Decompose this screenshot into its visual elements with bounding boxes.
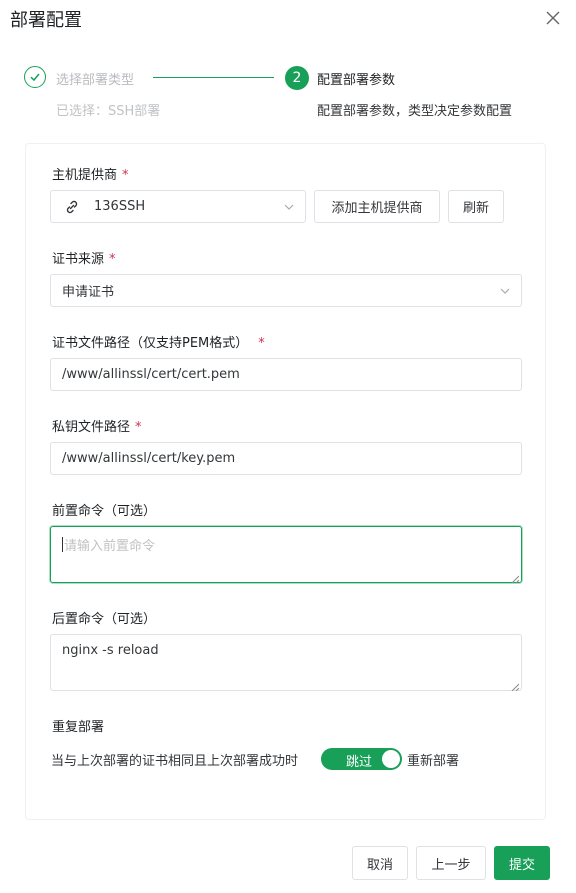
dialog-title: 部署配置 bbox=[10, 10, 82, 31]
key-path-value: /www/allinssl/cert/key.pem bbox=[62, 451, 236, 466]
step-2-desc: 配置部署参数，类型决定参数配置 bbox=[317, 104, 513, 119]
redeploy-label: 重复部署 bbox=[52, 720, 105, 735]
toggle-knob bbox=[382, 750, 400, 768]
chevron-down-icon bbox=[499, 285, 511, 297]
cert-path-label: 证书文件路径（仅支持PEM格式） * bbox=[52, 336, 265, 351]
step-1-check-icon bbox=[24, 66, 46, 88]
redeploy-sentence: 当与上次部署的证书相同且上次部署成功时 bbox=[51, 754, 299, 769]
resize-handle-icon[interactable] bbox=[511, 572, 520, 584]
prev-step-button[interactable]: 上一步 bbox=[416, 846, 486, 880]
toggle-after-text: 重新部署 bbox=[407, 754, 460, 769]
add-provider-button[interactable]: 添加主机提供商 bbox=[314, 190, 440, 223]
post-cmd-value: nginx -s reload bbox=[62, 643, 159, 658]
chevron-down-icon bbox=[283, 201, 295, 213]
cert-source-value: 申请证书 bbox=[62, 285, 115, 300]
cert-source-label: 证书来源 * bbox=[52, 252, 116, 267]
cert-path-value: /www/allinssl/cert/cert.pem bbox=[62, 367, 240, 382]
key-path-input[interactable]: /www/allinssl/cert/key.pem bbox=[50, 442, 522, 475]
post-cmd-textarea[interactable]: nginx -s reload bbox=[50, 634, 522, 692]
step-1-title: 选择部署类型 bbox=[56, 73, 135, 88]
post-cmd-label: 后置命令（可选） bbox=[52, 612, 157, 627]
cert-source-select[interactable]: 申请证书 bbox=[50, 274, 522, 307]
pre-cmd-label: 前置命令（可选） bbox=[52, 504, 157, 519]
step-2-title: 配置部署参数 bbox=[317, 73, 396, 88]
cancel-button[interactable]: 取消 bbox=[352, 846, 408, 880]
redeploy-toggle[interactable]: 跳过 bbox=[321, 748, 402, 770]
provider-label: 主机提供商 * bbox=[52, 168, 129, 183]
toggle-on-text: 跳过 bbox=[346, 755, 373, 770]
refresh-button[interactable]: 刷新 bbox=[448, 190, 504, 223]
link-icon bbox=[64, 199, 80, 215]
submit-button[interactable]: 提交 bbox=[494, 846, 550, 880]
provider-value: 136SSH bbox=[94, 199, 146, 214]
text-caret bbox=[62, 537, 63, 552]
step-connector bbox=[153, 77, 274, 78]
close-icon[interactable] bbox=[544, 9, 562, 27]
step-1-desc: 已选择：SSH部署 bbox=[56, 104, 161, 119]
pre-cmd-placeholder: 请输入前置命令 bbox=[64, 539, 156, 554]
key-path-label: 私钥文件路径 * bbox=[52, 420, 142, 435]
resize-handle-icon[interactable] bbox=[511, 680, 520, 692]
pre-cmd-textarea[interactable]: 请输入前置命令 bbox=[50, 526, 522, 584]
provider-select[interactable]: 136SSH bbox=[50, 190, 306, 223]
cert-path-input[interactable]: /www/allinssl/cert/cert.pem bbox=[50, 358, 522, 391]
step-2-number: 2 bbox=[285, 66, 309, 90]
